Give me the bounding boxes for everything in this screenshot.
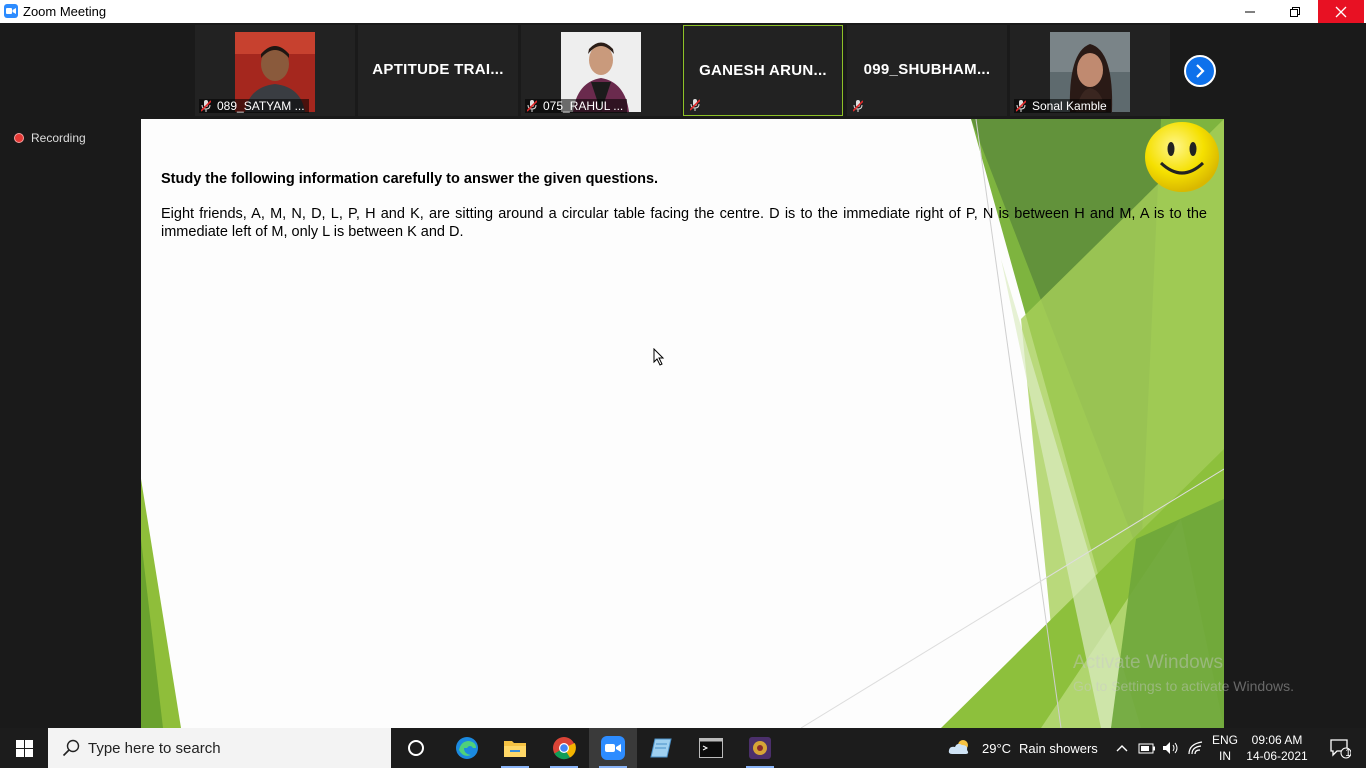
start-button[interactable] [0, 728, 48, 768]
taskbar-zoom[interactable] [589, 728, 637, 768]
game-app-icon [749, 737, 771, 759]
participant-name: Sonal Kamble [1032, 99, 1107, 113]
input-language[interactable]: ENG IN [1211, 732, 1239, 764]
system-clock[interactable]: 09:06 AM 14-06-2021 [1244, 732, 1310, 764]
windows-logo-icon [15, 739, 33, 757]
restore-icon [1290, 6, 1300, 17]
zoom-app-icon [4, 4, 18, 18]
taskbar-chrome[interactable] [540, 728, 588, 768]
participant-name: 075_RAHUL ... [543, 99, 624, 113]
wifi-icon [1188, 741, 1203, 755]
muted-mic-icon [201, 100, 211, 112]
taskbar-edge[interactable] [443, 728, 491, 768]
muted-mic-icon [853, 100, 863, 112]
recording-indicator[interactable]: Recording [14, 131, 86, 145]
window-title: Zoom Meeting [23, 4, 107, 19]
weather-widget[interactable]: 29°C Rain showers [948, 728, 1098, 768]
minimize-icon [1245, 11, 1255, 12]
clock-date: 14-06-2021 [1246, 749, 1308, 763]
mouse-cursor-icon [653, 348, 665, 366]
speaker-icon [1163, 742, 1178, 754]
participant-tile[interactable]: APTITUDE TRAI... [358, 25, 518, 116]
region-code: IN [1219, 749, 1231, 763]
participant-name-display: APTITUDE TRAI... [372, 61, 504, 78]
participant-label: 075_RAHUL ... [525, 99, 628, 113]
participant-label: 089_SATYAM ... [199, 99, 309, 113]
taskbar-notes-app[interactable] [638, 728, 686, 768]
minimize-button[interactable] [1227, 0, 1273, 23]
notification-count: 1 [1345, 748, 1351, 759]
windows-taskbar: Type here to search 29°C Rain showers EN… [0, 728, 1366, 768]
recording-icon [14, 133, 24, 143]
taskbar-game-app[interactable] [736, 728, 784, 768]
participant-name-display: 099_SHUBHAM... [863, 61, 991, 78]
participant-tile[interactable]: 075_RAHUL ... [521, 25, 681, 116]
smiley-face-icon [1145, 122, 1219, 192]
muted-mic-icon [527, 100, 537, 112]
terminal-icon [699, 738, 723, 758]
participant-name-display: GANESH ARUN... [699, 62, 827, 79]
watermark-subtitle: Go to Settings to activate Windows. [1073, 678, 1294, 694]
chrome-browser-icon [553, 737, 576, 760]
participant-tile[interactable]: Sonal Kamble [1010, 25, 1170, 116]
participant-tile-active-speaker[interactable]: GANESH ARUN... [683, 25, 843, 116]
action-center-button[interactable]: 1 [1320, 728, 1360, 768]
recording-label: Recording [31, 131, 86, 145]
activate-windows-watermark: Activate Windows Go to Settings to activ… [1073, 652, 1294, 694]
search-icon [62, 739, 80, 757]
cortana-circle-icon [408, 740, 424, 756]
edge-browser-icon [456, 737, 478, 759]
close-icon [1335, 6, 1347, 17]
shared-screen-slide: Study the following information carefull… [141, 119, 1224, 728]
battery-status[interactable] [1136, 728, 1158, 768]
language-code: ENG [1211, 733, 1238, 747]
rain-cloud-icon [948, 740, 969, 754]
cortana-button[interactable] [392, 728, 440, 768]
slide-heading: Study the following information carefull… [161, 171, 659, 187]
muted-mic-icon [1016, 100, 1026, 112]
volume-control[interactable] [1160, 728, 1182, 768]
zoom-app-icon [601, 736, 625, 760]
weather-condition: Rain showers [1019, 740, 1098, 756]
taskbar-file-explorer[interactable] [491, 728, 539, 768]
muted-mic-icon [690, 99, 700, 111]
folder-icon [504, 741, 526, 757]
show-hidden-icons-button[interactable] [1112, 728, 1132, 768]
taskbar-terminal[interactable] [687, 728, 735, 768]
title-bar: Zoom Meeting [0, 0, 1366, 23]
participant-label: Sonal Kamble [1014, 99, 1111, 113]
next-page-button[interactable] [1184, 55, 1216, 87]
participant-label [688, 98, 710, 112]
chevron-up-icon [1116, 745, 1128, 752]
notepad-icon [650, 738, 672, 758]
network-status[interactable] [1185, 728, 1207, 768]
participant-tile[interactable]: 089_SATYAM ... [195, 25, 355, 116]
participant-name: 089_SATYAM ... [217, 99, 305, 113]
participant-label [851, 99, 873, 113]
chevron-right-icon [1196, 64, 1205, 78]
clock-time: 09:06 AM [1251, 733, 1303, 747]
taskbar-search-box[interactable]: Type here to search [48, 728, 391, 768]
search-placeholder: Type here to search [88, 739, 221, 757]
slide-paragraph: Eight friends, A, M, N, D, L, P, H and K… [161, 206, 1207, 240]
participant-tile[interactable]: 099_SHUBHAM... [847, 25, 1007, 116]
battery-icon [1138, 743, 1155, 754]
restore-button[interactable] [1272, 0, 1318, 23]
weather-temperature: 29°C [982, 740, 1012, 756]
watermark-title: Activate Windows [1073, 652, 1223, 673]
close-button[interactable] [1318, 0, 1364, 23]
